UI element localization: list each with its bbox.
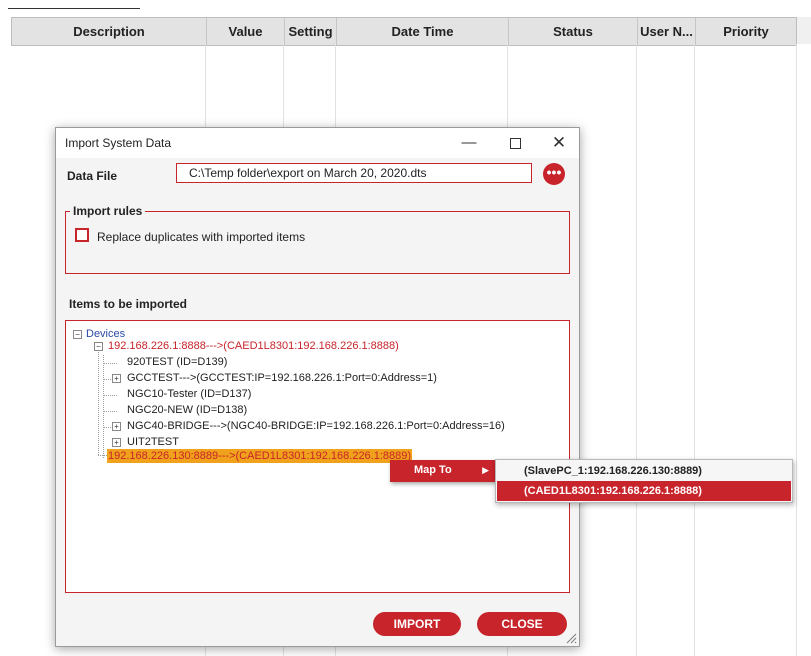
import-rules-group: Import rules Replace duplicates with imp…	[65, 204, 570, 274]
tree-connector	[103, 395, 117, 396]
import-system-data-dialog: Import System Data — ✕ Data File C:\Temp…	[55, 127, 580, 647]
column-setting[interactable]: Setting	[284, 18, 336, 45]
map-to-label: Map To	[414, 464, 452, 476]
column-value[interactable]: Value	[206, 18, 284, 45]
browse-button[interactable]: •••	[543, 163, 565, 185]
resize-grip-icon[interactable]	[565, 632, 577, 644]
tree-node-ngc10-tester[interactable]: NGC10-Tester (ID=D137)	[127, 387, 251, 401]
tree-node-gcctest[interactable]: GCCTEST--->(GCCTEST:IP=192.168.226.1:Por…	[127, 371, 437, 385]
tree-connector	[98, 455, 107, 456]
map-to-submenu: (SlavePC_1:192.168.226.130:8889) (CAED1L…	[495, 459, 793, 503]
dialog-title: Import System Data	[65, 136, 172, 150]
collapse-device1-toggle[interactable]: −	[94, 342, 103, 351]
close-window-button[interactable]: ✕	[544, 131, 574, 155]
maximize-icon	[509, 137, 521, 149]
column-user-name[interactable]: User N...	[637, 18, 695, 45]
submenu-arrow-icon: ▶	[482, 465, 489, 475]
submenu-item-slavepc[interactable]: (SlavePC_1:192.168.226.130:8889)	[497, 461, 791, 481]
tree-node-920test[interactable]: 920TEST (ID=D139)	[127, 355, 227, 369]
map-to-menu-item[interactable]: Map To ▶	[390, 460, 496, 482]
top-underline	[8, 8, 140, 9]
tree-connector	[103, 411, 117, 412]
replace-duplicates-checkbox[interactable]	[75, 228, 89, 242]
column-description[interactable]: Description	[11, 18, 206, 45]
tree-connector	[103, 355, 104, 458]
tree-node-ngc40-bridge[interactable]: NGC40-BRIDGE--->(NGC40-BRIDGE:IP=192.168…	[127, 419, 505, 433]
data-file-input[interactable]: C:\Temp folder\export on March 20, 2020.…	[176, 163, 532, 183]
import-button[interactable]: IMPORT	[373, 612, 461, 636]
maximize-button[interactable]	[500, 131, 530, 155]
expand-uit2test-toggle[interactable]: +	[112, 438, 121, 447]
column-date-time[interactable]: Date Time	[336, 18, 508, 45]
tree-node-ngc20-new[interactable]: NGC20-NEW (ID=D138)	[127, 403, 247, 417]
close-button[interactable]: CLOSE	[477, 612, 567, 636]
grid-column-divider	[796, 44, 797, 656]
import-items-tree: − Devices − 192.168.226.1:8888--->(CAED1…	[65, 320, 570, 593]
items-to-import-label: Items to be imported	[69, 297, 188, 311]
collapse-devices-toggle[interactable]: −	[73, 330, 82, 339]
expand-gcctest-toggle[interactable]: +	[112, 374, 121, 383]
tree-connector	[98, 349, 99, 455]
replace-duplicates-label[interactable]: Replace duplicates with imported items	[97, 230, 305, 244]
data-file-label: Data File	[67, 169, 118, 183]
column-status[interactable]: Status	[508, 18, 637, 45]
tree-node-device1[interactable]: 192.168.226.1:8888--->(CAED1L8301:192.16…	[108, 339, 399, 353]
grid-column-divider	[636, 44, 637, 656]
tree-node-device2[interactable]: 192.168.226.130:8889--->(CAED1L8301:192.…	[107, 449, 413, 463]
more-icon: •••	[546, 164, 562, 180]
import-rules-legend: Import rules	[70, 204, 146, 218]
grid-header: Description Value Setting Date Time Stat…	[11, 17, 797, 46]
column-priority[interactable]: Priority	[695, 18, 797, 45]
expand-ngc40-bridge-toggle[interactable]: +	[112, 422, 121, 431]
dialog-titlebar[interactable]: Import System Data — ✕	[56, 128, 579, 158]
submenu-item-caed1l8301[interactable]: (CAED1L8301:192.168.226.1:8888)	[497, 481, 791, 501]
grid-column-divider	[694, 44, 695, 656]
tree-node-uit2test[interactable]: UIT2TEST	[127, 435, 179, 449]
tree-connector	[103, 363, 117, 364]
grid-header-filler	[797, 17, 811, 44]
minimize-button[interactable]: —	[454, 131, 484, 155]
